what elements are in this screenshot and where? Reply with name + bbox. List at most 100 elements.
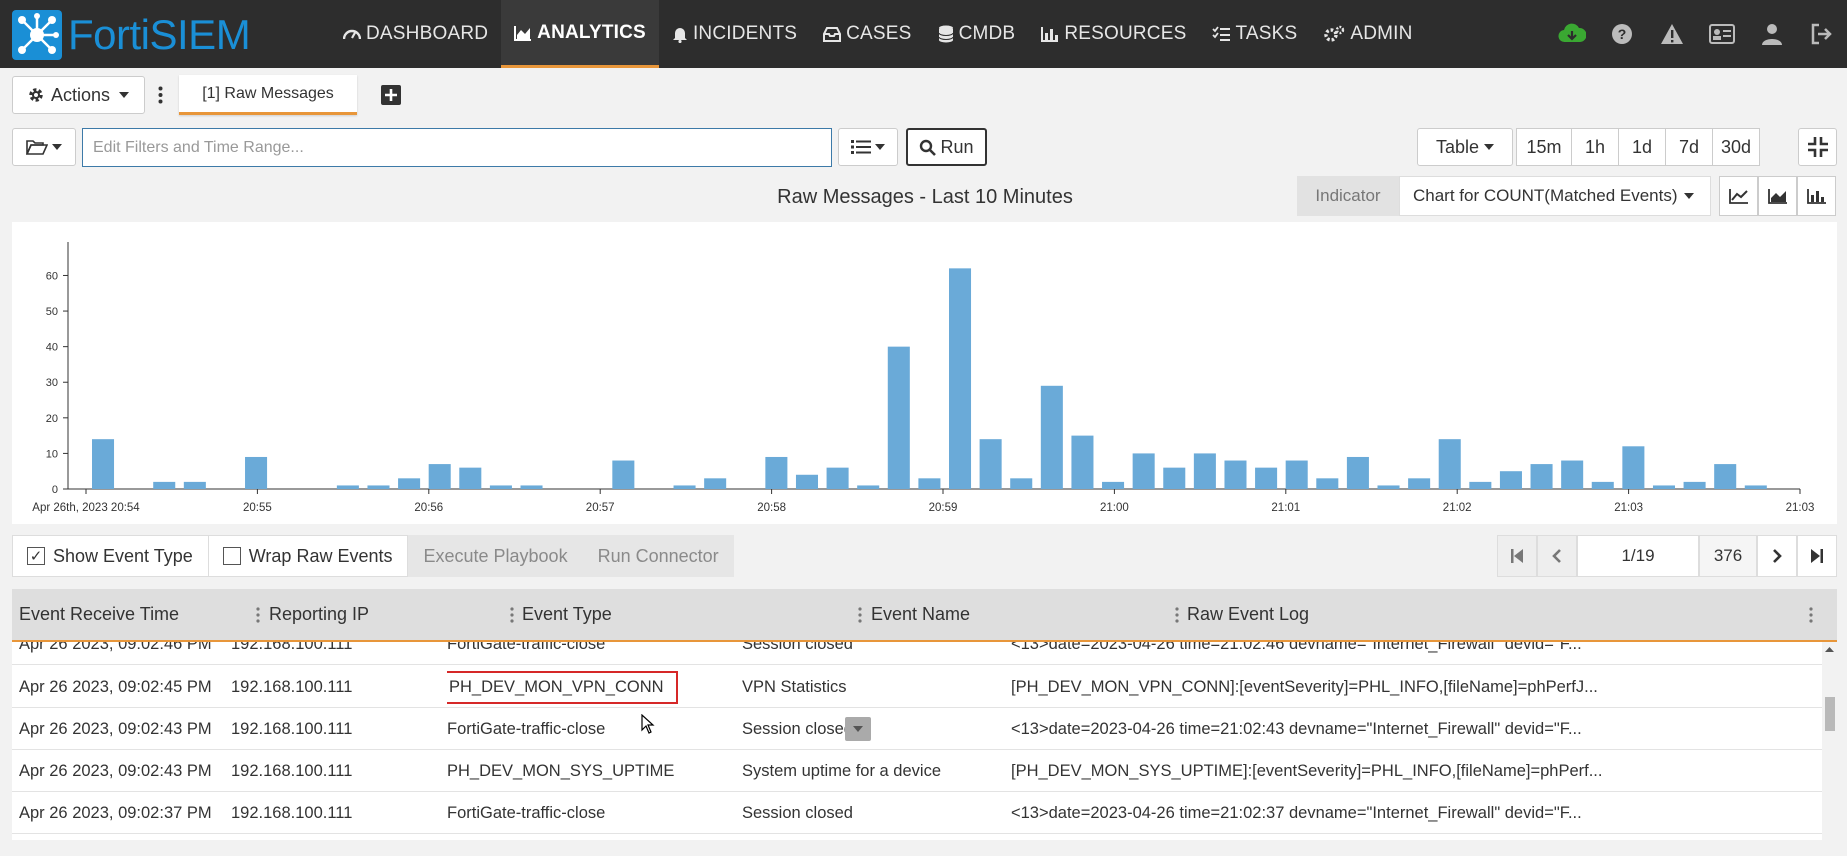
- user-icon[interactable]: [1747, 0, 1797, 68]
- bar-chart-button[interactable]: [1797, 176, 1836, 216]
- chart-bar[interactable]: [1530, 464, 1553, 489]
- chart-bar[interactable]: [1652, 485, 1676, 489]
- table-row[interactable]: Apr 26 2023, 09:02:43 PM 192.168.100.111 F…: [12, 708, 1822, 750]
- column-resize-icon[interactable]: [858, 606, 862, 624]
- cell-event-name[interactable]: VPN Statistics: [742, 666, 847, 708]
- chart-bar[interactable]: [1561, 460, 1584, 489]
- cell-raw-event-log[interactable]: <13>date=2023-04-26 time=21:02:46 devnam…: [1011, 642, 1801, 665]
- cell-event-type[interactable]: PH_DEV_MON_SYS_UPTIME: [447, 750, 674, 792]
- chart-bar[interactable]: [398, 478, 421, 489]
- show-event-type-checkbox[interactable]: ✓ Show Event Type: [12, 535, 209, 577]
- column-resize-icon[interactable]: [510, 606, 514, 624]
- list-options-button[interactable]: [838, 128, 898, 166]
- actions-button[interactable]: Actions: [12, 76, 145, 114]
- help-icon[interactable]: ?: [1597, 0, 1647, 68]
- cell-event-name[interactable]: Session closed: [742, 708, 853, 750]
- filter-input[interactable]: [82, 128, 832, 167]
- cell-reporting-ip[interactable]: 192.168.100.111: [231, 708, 352, 750]
- chart-bar[interactable]: [1163, 467, 1186, 489]
- col-header-receive-time[interactable]: Event Receive Time: [19, 589, 179, 640]
- column-resize-icon[interactable]: [256, 606, 260, 624]
- cell-reporting-ip[interactable]: 192.168.100.111: [231, 792, 352, 834]
- table-row[interactable]: Apr 26 2023, 09:02:45 PM 192.168.100.111 P…: [12, 666, 1822, 708]
- indicator-select[interactable]: Chart for COUNT(Matched Events): [1399, 176, 1711, 216]
- chart-bar[interactable]: [1408, 478, 1431, 489]
- chart-bar[interactable]: [1591, 481, 1614, 489]
- chart-bar[interactable]: [1469, 481, 1492, 489]
- warning-icon[interactable]: [1647, 0, 1697, 68]
- chart-bar[interactable]: [612, 460, 635, 489]
- chart-bar[interactable]: [918, 478, 941, 489]
- column-resize-icon[interactable]: [1809, 606, 1813, 624]
- chart-bar[interactable]: [336, 485, 359, 489]
- time-range-30d[interactable]: 30d: [1712, 128, 1760, 166]
- col-header-event-name[interactable]: Event Name: [871, 589, 970, 640]
- page-indicator[interactable]: 1/19: [1577, 535, 1699, 577]
- collapse-button[interactable]: [1798, 128, 1837, 166]
- nav-dashboard[interactable]: DASHBOARD: [330, 0, 501, 68]
- wrap-raw-events-checkbox[interactable]: Wrap Raw Events: [208, 535, 409, 577]
- run-connector-button[interactable]: Run Connector: [582, 535, 734, 577]
- chart-bar[interactable]: [795, 474, 819, 489]
- run-button[interactable]: Run: [906, 128, 987, 166]
- cell-raw-event-log[interactable]: [PH_DEV_MON_VPN_CONN]:[eventSeverity]=PH…: [1011, 666, 1801, 708]
- chart-bar[interactable]: [1224, 460, 1247, 489]
- chart-bar[interactable]: [673, 485, 696, 489]
- table-row[interactable]: Apr 26 2023, 09:02:43 PM 192.168.100.111 P…: [12, 750, 1822, 792]
- col-header-raw-event-log[interactable]: Raw Event Log: [1187, 589, 1309, 640]
- table-row[interactable]: Apr 26 2023, 09:02:46 PM 192.168.100.111 F…: [12, 642, 1822, 665]
- nav-cases[interactable]: CASES: [810, 0, 924, 68]
- area-chart-button[interactable]: [1758, 176, 1797, 216]
- cell-raw-event-log[interactable]: <13>date=2023-04-26 time=21:02:43 devnam…: [1011, 708, 1801, 750]
- chart-bar[interactable]: [367, 485, 390, 489]
- chart-bar[interactable]: [1193, 453, 1216, 489]
- chart-bar[interactable]: [459, 467, 482, 489]
- sign-out-icon[interactable]: [1797, 0, 1847, 68]
- kebab-menu-icon[interactable]: [145, 86, 175, 104]
- time-range-15m[interactable]: 15m: [1516, 128, 1572, 166]
- chart-bar[interactable]: [1102, 481, 1125, 489]
- chart-bar[interactable]: [1499, 471, 1522, 489]
- chart-bar[interactable]: [1714, 464, 1737, 489]
- scrollbar-thumb[interactable]: [1825, 697, 1835, 731]
- cell-reporting-ip[interactable]: 192.168.100.111: [231, 750, 352, 792]
- chart-bar[interactable]: [1438, 439, 1461, 489]
- cell-receive-time[interactable]: Apr 26 2023, 09:02:46 PM: [19, 642, 212, 665]
- nav-admin[interactable]: ADMIN: [1310, 0, 1425, 68]
- nav-resources[interactable]: RESOURCES: [1028, 0, 1199, 68]
- line-chart-button[interactable]: [1719, 176, 1758, 216]
- nav-incidents[interactable]: INCIDENTS: [659, 0, 810, 68]
- chart-bar[interactable]: [1683, 481, 1706, 489]
- time-range-7d[interactable]: 7d: [1665, 128, 1713, 166]
- chart-bar[interactable]: [520, 485, 543, 489]
- chart-bar[interactable]: [1622, 446, 1645, 489]
- time-range-1h[interactable]: 1h: [1571, 128, 1619, 166]
- fortisiem-logo[interactable]: FortiSIEM: [12, 10, 251, 60]
- chart-bar[interactable]: [489, 485, 512, 489]
- cell-event-name[interactable]: System uptime for a device: [742, 750, 941, 792]
- chart-bar[interactable]: [92, 439, 115, 489]
- chart-bar[interactable]: [979, 439, 1002, 489]
- chart-bar[interactable]: [857, 485, 880, 489]
- cell-raw-event-log[interactable]: <13>date=2023-04-26 time=21:02:37 devnam…: [1011, 792, 1801, 834]
- chart-bar[interactable]: [1377, 485, 1400, 489]
- add-tab-icon[interactable]: [379, 83, 403, 107]
- cell-event-type[interactable]: FortiGate-traffic-close: [447, 792, 605, 834]
- id-card-icon[interactable]: [1697, 0, 1747, 68]
- cell-event-type[interactable]: FortiGate-traffic-close: [447, 708, 605, 750]
- chart-bar[interactable]: [704, 478, 727, 489]
- cell-event-type[interactable]: FortiGate-traffic-close: [447, 642, 605, 665]
- chart-bar[interactable]: [826, 467, 849, 489]
- table-row[interactable]: Apr 26 2023, 09:02:37 PM 192.168.100.111 F…: [12, 792, 1822, 834]
- cell-receive-time[interactable]: Apr 26 2023, 09:02:37 PM: [19, 792, 212, 834]
- open-folder-button[interactable]: [12, 128, 76, 166]
- chart-bar[interactable]: [1346, 456, 1369, 489]
- chart-bar[interactable]: [1071, 435, 1094, 489]
- prev-page-button[interactable]: [1537, 535, 1577, 577]
- chart-bar[interactable]: [765, 456, 788, 489]
- chart-bar[interactable]: [949, 268, 972, 489]
- column-resize-icon[interactable]: [1175, 606, 1179, 624]
- cloud-download-icon[interactable]: [1547, 0, 1597, 68]
- cell-event-name[interactable]: Session closed: [742, 792, 853, 834]
- execute-playbook-button[interactable]: Execute Playbook: [408, 535, 583, 577]
